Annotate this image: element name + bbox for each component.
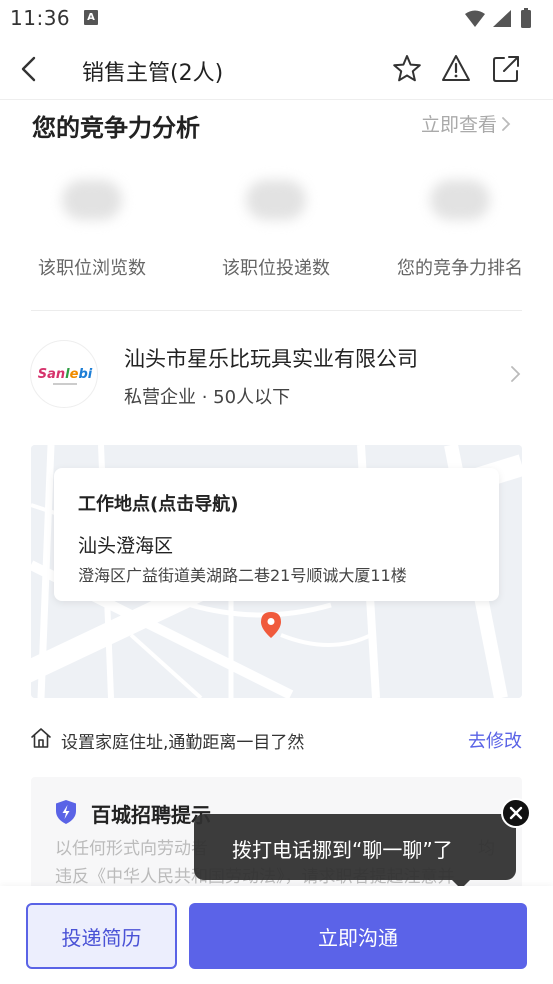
app-header: 销售主管(2人) [0, 38, 553, 100]
section-divider [31, 310, 522, 311]
battery-icon [521, 10, 531, 28]
stat-views: 该职位浏览数 [17, 180, 167, 280]
cell-signal-icon [493, 10, 511, 27]
company-logo[interactable]: Sanlebi [30, 340, 98, 408]
stat-ranking-label: 您的竞争力排名 [397, 258, 523, 279]
share-icon[interactable] [490, 52, 522, 86]
close-icon[interactable] [501, 798, 531, 828]
tip-title: 百城招聘提示 [91, 803, 211, 827]
warning-icon[interactable] [440, 52, 472, 86]
star-icon[interactable] [391, 52, 423, 86]
location-area: 汕头澄海区 [78, 535, 174, 557]
signal-battery-icons [465, 8, 531, 28]
wifi-icon [465, 10, 485, 27]
location-title: 工作地点(点击导航) [78, 494, 239, 515]
home-icon [31, 728, 51, 748]
stat-views-blurred-value [62, 180, 122, 220]
view-now-label: 立即查看 [421, 114, 498, 136]
view-now-link[interactable]: 立即查看 [421, 110, 511, 137]
status-bar: 11:36 A [0, 0, 553, 38]
notification-icon: A [84, 10, 98, 25]
stat-ranking-blurred-value [430, 180, 490, 220]
home-address-text: 设置家庭住址,通勤距离一目了然 [61, 733, 305, 753]
stat-applications: 该职位投递数 [201, 180, 351, 280]
svg-text:Sanlebi: Sanlebi [38, 367, 93, 382]
chevron-right-icon[interactable] [510, 364, 522, 384]
stat-ranking: 您的竞争力排名 [385, 180, 535, 280]
home-address-row: 设置家庭住址,通勤距离一目了然 去修改 [30, 726, 522, 753]
company-name[interactable]: 汕头市星乐比玩具实业有限公司 [124, 343, 418, 373]
back-arrow-icon[interactable] [14, 52, 46, 86]
stat-views-label: 该职位浏览数 [38, 258, 146, 279]
submit-resume-button[interactable]: 投递简历 [26, 903, 177, 969]
tip-line1: 以任何形式向劳动者 [55, 839, 208, 859]
chat-now-button[interactable]: 立即沟通 [189, 903, 527, 969]
location-address: 澄海区广益街道美湖路二巷21号顺诚大厦11楼 [78, 566, 407, 585]
job-title: 销售主管(2人) [82, 61, 224, 86]
call-moved-tooltip: 拨打电话挪到“聊一聊”了 [194, 814, 516, 889]
map-pin-icon[interactable] [260, 611, 282, 639]
tip-line2: 违反《中华人民共 [55, 867, 191, 887]
stat-applications-blurred-value [246, 180, 306, 220]
company-logo-image: Sanlebi [38, 367, 93, 385]
edit-home-link[interactable]: 去修改 [468, 727, 522, 753]
competition-title: 您的竞争力分析 [32, 114, 200, 142]
status-time: 11:36 [10, 6, 71, 30]
tooltip-text: 拨打电话挪到“聊一聊”了 [232, 838, 453, 862]
stat-applications-label: 该职位投递数 [222, 258, 330, 279]
shield-icon [56, 800, 76, 824]
bottom-action-bar: 投递简历 立即沟通 [0, 886, 553, 984]
company-meta: 私营企业 · 50人以下 [124, 387, 291, 408]
close-x-glyph [509, 806, 523, 820]
location-card[interactable]: 工作地点(点击导航) 汕头澄海区 澄海区广益街道美湖路二巷21号顺诚大厦11楼 [54, 468, 499, 601]
chevron-right-icon [502, 116, 511, 131]
